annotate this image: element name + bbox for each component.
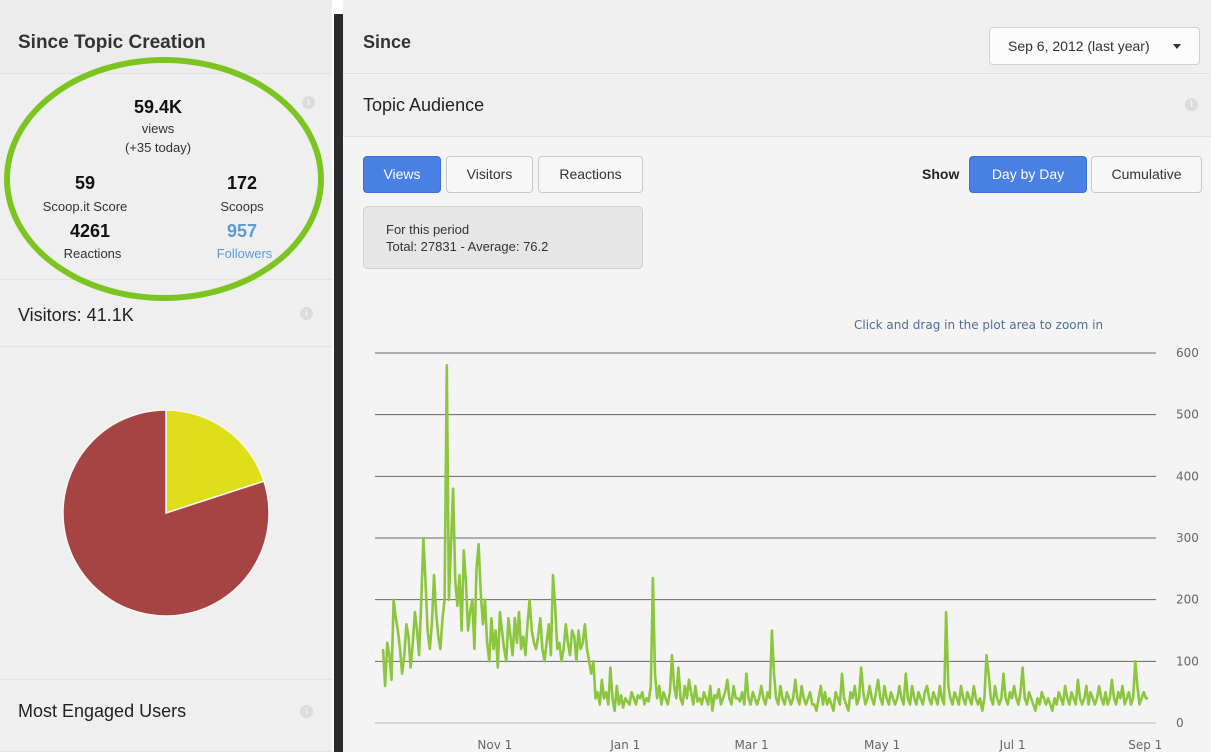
period-summary: For this period Total: 27831 - Average: … (363, 206, 643, 269)
column-divider (334, 14, 343, 752)
y-tick-label: 400 (1176, 469, 1199, 483)
tab-visitors[interactable]: Visitors (446, 156, 533, 193)
views-label: views (141, 121, 175, 136)
views-today: (+35 today) (124, 140, 192, 155)
y-tick-label: 0 (1176, 716, 1184, 730)
period-stats: Total: 27831 - Average: 76.2 (386, 239, 549, 254)
y-tick-label: 300 (1176, 531, 1199, 545)
most-engaged-users-header: Most Engaged Users i (0, 680, 332, 752)
topic-stats: i 59.4K views (+35 today) 59 Scoop.it Sc… (0, 74, 332, 280)
date-selected-label: Sep 6, 2012 (last year) (1008, 38, 1150, 54)
y-tick-label: 500 (1176, 408, 1199, 422)
info-icon[interactable]: i (300, 705, 313, 718)
reactions-label: Reactions (63, 246, 122, 261)
x-tick-label: Nov 1 (477, 738, 512, 752)
since-topic-creation-header: Since Topic Creation (0, 0, 332, 74)
tab-reactions[interactable]: Reactions (538, 156, 643, 193)
score-label: Scoop.it Score (42, 199, 128, 214)
mode-cumulative[interactable]: Cumulative (1091, 156, 1202, 193)
x-tick-label: May 1 (864, 738, 900, 752)
right-panel: Since Sep 6, 2012 (last year) Topic Audi… (343, 0, 1211, 752)
topic-audience-header: Topic Audience i (343, 75, 1211, 137)
info-icon[interactable]: i (1185, 98, 1198, 111)
left-panel: Since Topic Creation i 59.4K views (+35 … (0, 0, 332, 752)
x-tick-label: Sep 1 (1128, 738, 1162, 752)
zoom-hint: Click and drag in the plot area to zoom … (854, 318, 1104, 332)
tab-views[interactable]: Views (363, 156, 441, 193)
since-title: Since (363, 32, 412, 52)
caret-down-icon (1173, 44, 1181, 49)
x-tick-label: Jan 1 (609, 738, 640, 752)
scoops-label: Scoops (220, 199, 264, 214)
y-tick-label: 100 (1176, 654, 1199, 668)
audience-title: Topic Audience (363, 95, 485, 115)
visitors-title: Visitors: 41.1K (18, 305, 134, 325)
reactions-value: 4261 (69, 221, 111, 241)
scoops-value: 172 (226, 173, 258, 193)
period-title: For this period (386, 222, 470, 237)
since-header: Since Sep 6, 2012 (last year) (343, 0, 1211, 74)
y-tick-label: 600 (1176, 346, 1199, 360)
followers-link[interactable]: Followers (197, 246, 292, 261)
mode-day-by-day[interactable]: Day by Day (969, 156, 1087, 193)
panel-title: Since Topic Creation (18, 32, 206, 53)
date-range-dropdown[interactable]: Sep 6, 2012 (last year) (989, 27, 1200, 65)
x-tick-label: Jul 1 (999, 738, 1026, 752)
score-value: 59 (74, 173, 96, 193)
visitors-pie-chart (62, 409, 270, 617)
x-tick-label: Mar 1 (735, 738, 769, 752)
views-line-chart[interactable]: 0 100 200 300 400 500 600 Nov 1 Jan 1 Mar 1 May 1 J… (343, 340, 1211, 752)
engaged-title: Most Engaged Users (18, 701, 187, 721)
info-icon[interactable]: i (300, 307, 313, 320)
views-count: 59.4K (133, 97, 183, 117)
visitors-pie-area (0, 347, 332, 680)
show-label: Show (922, 166, 960, 182)
followers-value[interactable]: 957 (212, 221, 272, 242)
y-tick-label: 200 (1176, 593, 1199, 607)
visitors-header: Visitors: 41.1K i (0, 281, 332, 347)
info-icon[interactable]: i (302, 96, 315, 109)
